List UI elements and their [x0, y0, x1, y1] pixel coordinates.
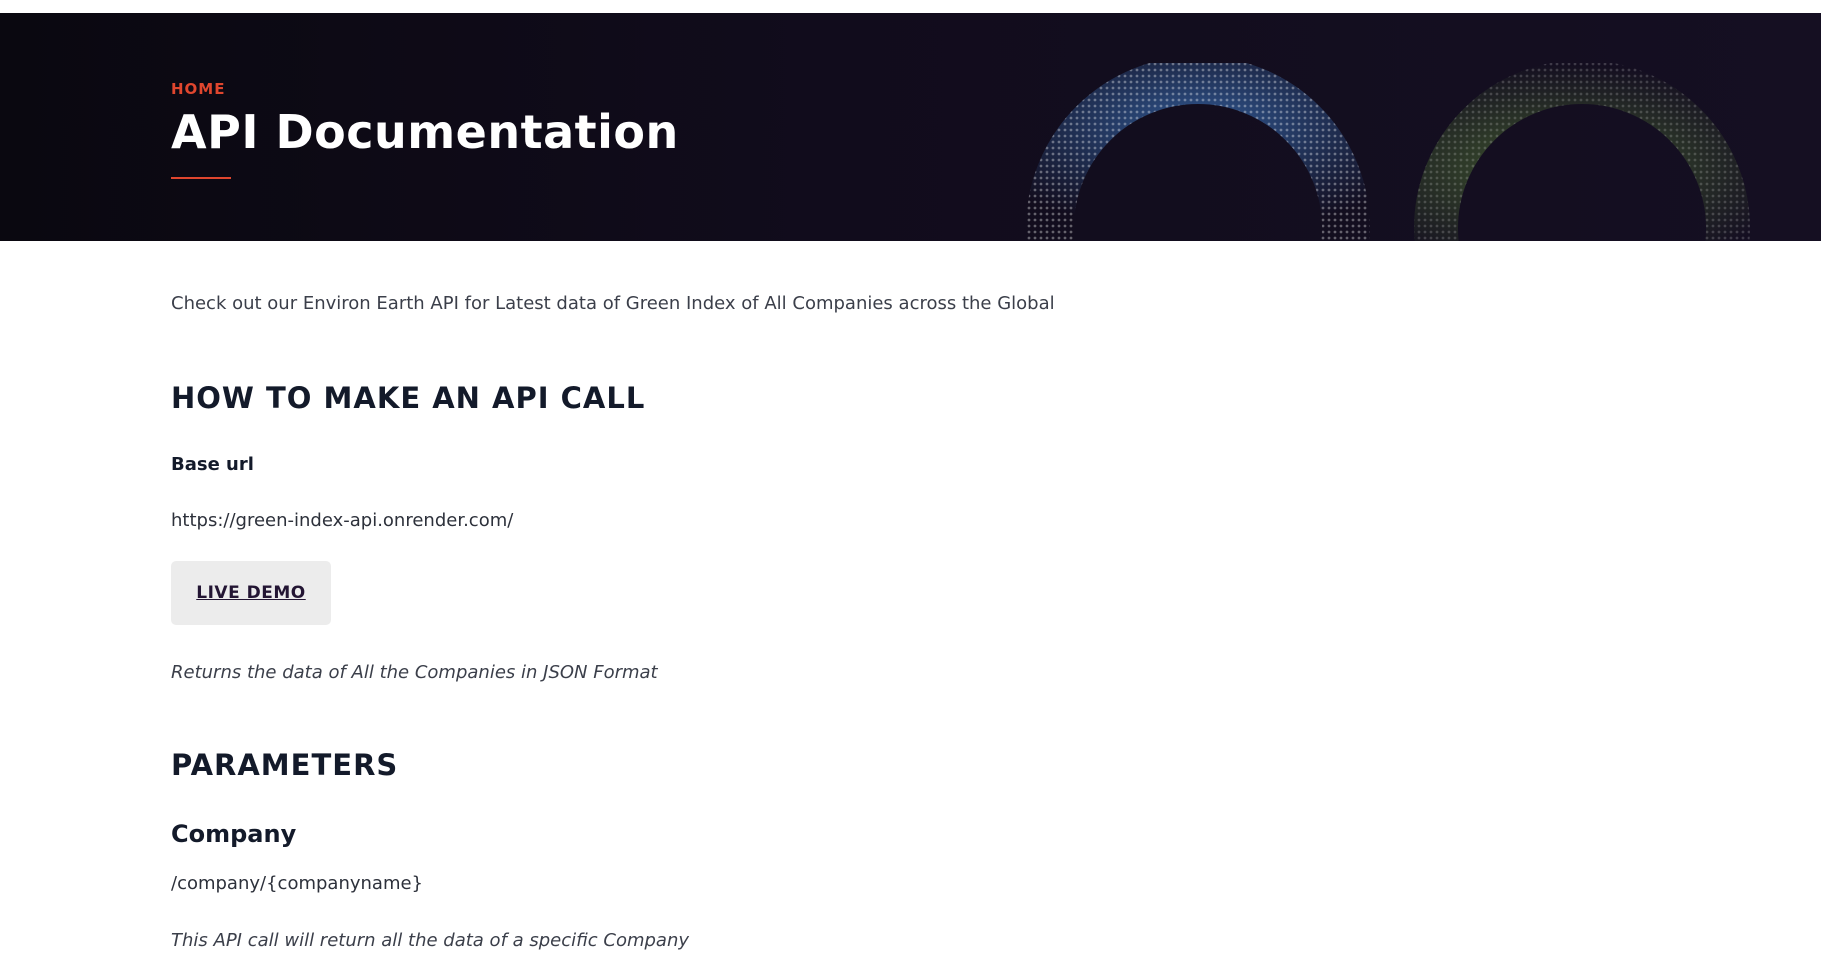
base-url-label: Base url [171, 454, 254, 475]
company-parameter-title: Company [171, 820, 297, 848]
company-endpoint-note: This API call will return all the data o… [171, 930, 690, 951]
base-url-value: https://green-index-api.onrender.com/ [171, 510, 514, 531]
page-title: API Documentation [171, 105, 679, 159]
top-strip [0, 0, 1821, 13]
title-underline [171, 177, 231, 179]
returns-note: Returns the data of All the Companies in… [171, 662, 658, 683]
how-to-heading: HOW TO MAKE AN API CALL [171, 381, 646, 415]
hero-banner: HOME API Documentation [0, 13, 1821, 241]
parameters-heading: PARAMETERS [171, 748, 399, 782]
breadcrumb-home[interactable]: HOME [171, 79, 679, 99]
intro-text: Check out our Environ Earth API for Late… [171, 293, 1055, 314]
company-endpoint-path: /company/{companyname} [171, 873, 423, 894]
hero-content: HOME API Documentation [171, 79, 679, 179]
live-demo-button[interactable]: LIVE DEMO [171, 561, 331, 625]
